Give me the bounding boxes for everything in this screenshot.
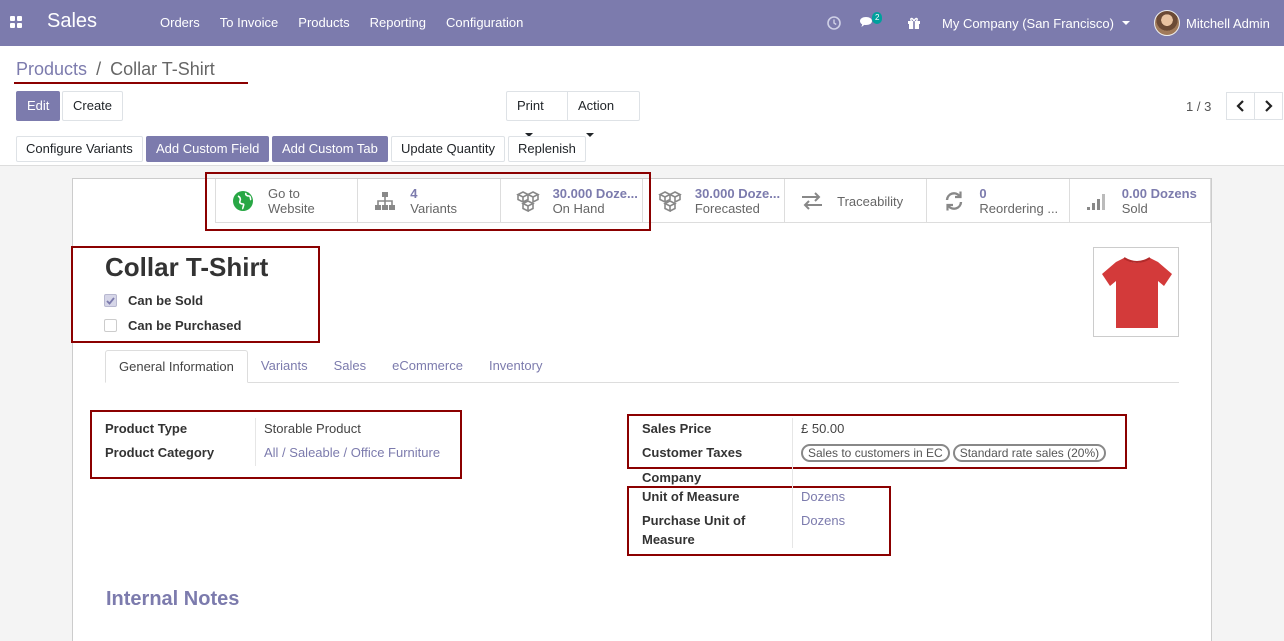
breadcrumb-separator: / — [96, 59, 102, 79]
can-be-purchased-row: Can be Purchased — [104, 318, 241, 333]
stat-forecasted-value: 30.000 Doze... — [694, 186, 781, 201]
product-type-label: Product Type — [105, 421, 188, 436]
pager-value: 1 / 3 — [1186, 99, 1212, 114]
menu-to-invoice[interactable]: To Invoice — [220, 15, 279, 30]
customer-taxes-field[interactable]: Sales to customers in EC Standard rate sa… — [801, 444, 1109, 462]
tax-tag[interactable]: Standard rate sales (20%) — [952, 444, 1107, 462]
tab-inventory[interactable]: Inventory — [476, 350, 555, 383]
can-be-purchased-checkbox[interactable] — [104, 319, 117, 332]
stat-reordering-label: Reordering ... — [979, 201, 1059, 216]
product-image[interactable] — [1093, 247, 1179, 337]
configure-variants-button[interactable]: Configure Variants — [16, 136, 143, 162]
breadcrumb: Products / Collar T-Shirt — [16, 59, 215, 80]
activity-clock-icon[interactable] — [827, 0, 841, 46]
top-navbar: Sales Orders To Invoice Products Reporti… — [0, 0, 1284, 46]
can-be-sold-checkbox[interactable] — [104, 294, 117, 307]
exchange-icon — [799, 188, 825, 214]
product-type-field[interactable]: Storable Product — [264, 421, 361, 436]
stat-sold-value: 0.00 Dozens — [1121, 186, 1197, 201]
add-custom-field-button[interactable]: Add Custom Field — [146, 136, 270, 162]
uom-label: Unit of Measure — [642, 489, 740, 504]
pager-next-button[interactable] — [1254, 92, 1283, 120]
smart-button-reordering[interactable]: 0 Reordering ... — [926, 179, 1068, 223]
company-label: Company — [642, 470, 702, 485]
chevron-left-icon — [1236, 100, 1244, 112]
tab-variants[interactable]: Variants — [248, 350, 321, 383]
purchase-uom-label-line2: Measure — [642, 532, 695, 547]
sales-price-field[interactable]: £ 50.00 — [801, 421, 844, 436]
can-be-purchased-label: Can be Purchased — [128, 318, 242, 333]
cubes-icon — [657, 188, 683, 214]
company-switcher[interactable]: My Company (San Francisco) — [942, 0, 1130, 46]
pager-previous-button[interactable] — [1226, 92, 1255, 120]
customer-taxes-label: Customer Taxes — [642, 445, 743, 460]
notebook-tabs: General Information Variants Sales eComm… — [105, 350, 1179, 383]
company-name: My Company (San Francisco) — [942, 15, 1114, 31]
print-dropdown[interactable]: Print — [506, 91, 568, 137]
menu-configuration[interactable]: Configuration — [446, 15, 523, 30]
purchase-uom-label-line1: Purchase Unit of — [642, 513, 746, 528]
annotation-box-smart-buttons — [205, 172, 651, 231]
purchase-uom-field[interactable]: Dozens — [801, 513, 845, 528]
tab-general-information[interactable]: General Information — [105, 350, 248, 383]
smart-button-forecasted[interactable]: 30.000 Doze... Forecasted — [641, 179, 784, 223]
app-name: Sales — [47, 10, 98, 32]
action-label: Action — [578, 98, 615, 113]
internal-notes-heading: Internal Notes — [106, 588, 240, 610]
replenish-button[interactable]: Replenish — [508, 136, 586, 162]
stat-forecasted-label: Forecasted — [694, 201, 760, 216]
smart-button-traceability[interactable]: Traceability — [784, 179, 926, 223]
field-divider — [255, 418, 256, 466]
add-custom-tab-button[interactable]: Add Custom Tab — [272, 136, 388, 162]
smart-button-sold[interactable]: 0.00 Dozens Sold — [1068, 179, 1211, 223]
tshirt-image — [1102, 257, 1172, 328]
stat-traceability-label: Traceability — [837, 193, 904, 209]
can-be-sold-row: Can be Sold — [104, 293, 203, 308]
breadcrumb-current: Collar T-Shirt — [110, 59, 215, 79]
menu-products[interactable]: Products — [298, 15, 349, 30]
gift-icon[interactable] — [907, 0, 921, 46]
caret-down-icon — [1121, 21, 1130, 25]
stat-reordering-value: 0 — [979, 186, 987, 201]
apps-menu-icon[interactable] — [10, 16, 23, 29]
field-divider — [792, 418, 793, 548]
can-be-sold-label: Can be Sold — [128, 293, 204, 308]
action-dropdown[interactable]: Action — [567, 91, 640, 137]
chat-badge: 2 — [872, 12, 883, 24]
print-label: Print — [517, 98, 544, 113]
main-menu: Orders To Invoice Products Reporting Con… — [160, 15, 523, 30]
avatar — [1154, 10, 1180, 36]
tax-tag[interactable]: Sales to customers in EC — [801, 444, 950, 462]
tab-ecommerce[interactable]: eCommerce — [379, 350, 476, 383]
breadcrumb-products[interactable]: Products — [16, 59, 87, 79]
chat-icon[interactable]: 2 — [859, 0, 883, 46]
product-name[interactable]: Collar T-Shirt — [105, 252, 268, 283]
uom-field[interactable]: Dozens — [801, 489, 845, 504]
refresh-icon — [941, 188, 967, 214]
user-name: Mitchell Admin — [1186, 15, 1270, 31]
product-category-field[interactable]: All / Saleable / Office Furniture — [264, 445, 440, 460]
annotation-underline — [14, 82, 248, 84]
signal-icon — [1084, 188, 1110, 214]
menu-reporting[interactable]: Reporting — [370, 15, 426, 30]
create-button[interactable]: Create — [62, 91, 124, 121]
sales-price-label: Sales Price — [642, 421, 712, 436]
product-category-label: Product Category — [105, 445, 215, 460]
edit-button[interactable]: Edit — [16, 91, 61, 121]
update-quantity-button[interactable]: Update Quantity — [391, 136, 505, 162]
check-icon — [106, 296, 115, 305]
stat-sold-label: Sold — [1121, 201, 1148, 216]
user-menu[interactable]: Mitchell Admin — [1154, 0, 1270, 46]
chevron-right-icon — [1265, 100, 1273, 112]
tab-sales[interactable]: Sales — [321, 350, 380, 383]
menu-orders[interactable]: Orders — [160, 15, 200, 30]
